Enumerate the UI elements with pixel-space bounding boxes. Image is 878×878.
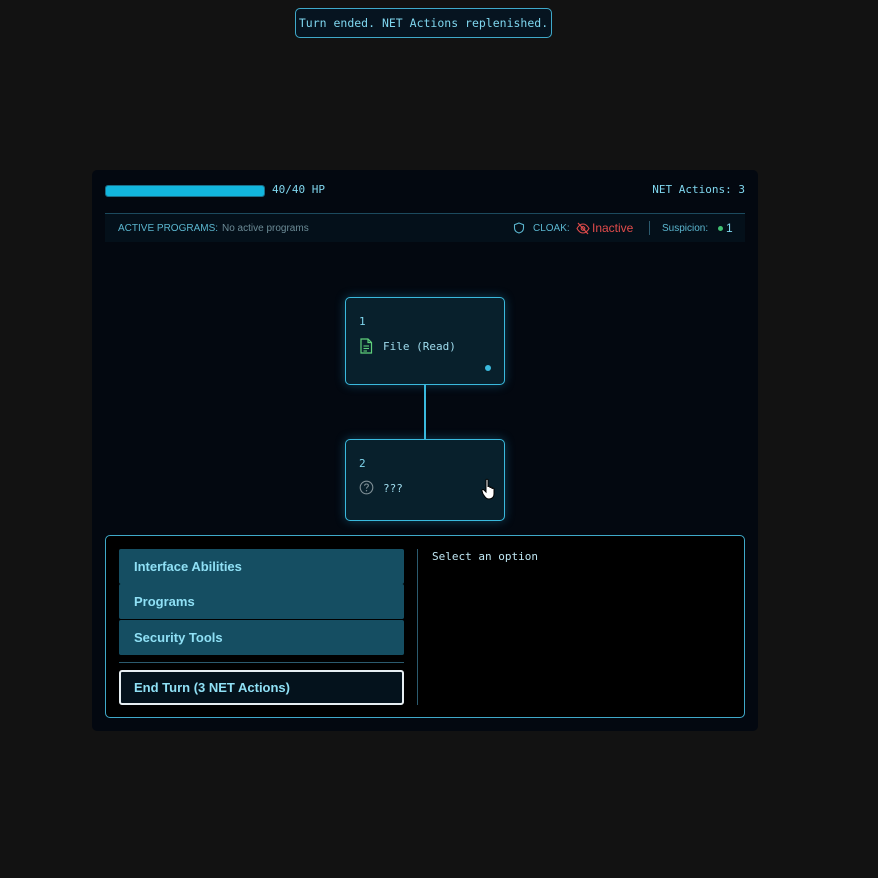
suspicion-indicator bbox=[718, 226, 723, 231]
programs-button[interactable]: Programs bbox=[119, 584, 404, 619]
active-programs-value: No active programs bbox=[222, 223, 309, 234]
node-status-dot bbox=[485, 365, 491, 371]
node-label: ??? bbox=[383, 482, 403, 495]
hp-bar bbox=[105, 185, 265, 197]
interface-abilities-button[interactable]: Interface Abilities bbox=[119, 549, 404, 584]
file-icon bbox=[359, 338, 373, 358]
node-connector bbox=[424, 385, 426, 439]
detail-placeholder: Select an option bbox=[432, 550, 538, 563]
cloak-label: CLOAK: bbox=[533, 223, 570, 234]
menu-divider bbox=[119, 662, 404, 663]
end-turn-button[interactable]: End Turn (3 NET Actions) bbox=[119, 670, 404, 705]
node-number: 1 bbox=[359, 315, 366, 328]
active-programs-label: ACTIVE PROGRAMS: bbox=[118, 223, 219, 234]
suspicion-value: 1 bbox=[726, 221, 733, 235]
eye-off-icon bbox=[576, 222, 590, 238]
status-row: ACTIVE PROGRAMS: No active programs CLOA… bbox=[105, 214, 745, 242]
net-actions-counter: NET Actions: 3 bbox=[652, 183, 745, 196]
security-tools-button[interactable]: Security Tools bbox=[119, 620, 404, 655]
hand-cursor-icon bbox=[481, 478, 497, 504]
hp-text: 40/40 HP bbox=[272, 183, 325, 196]
game-panel: 40/40 HP NET Actions: 3 ACTIVE PROGRAMS:… bbox=[92, 170, 758, 731]
hp-bar-fill bbox=[106, 186, 264, 196]
node-number: 2 bbox=[359, 457, 366, 470]
node-label: File (Read) bbox=[383, 340, 456, 353]
cloak-status: Inactive bbox=[592, 221, 634, 235]
network-node-1[interactable]: 1 File (Read) bbox=[345, 297, 505, 385]
status-divider bbox=[649, 221, 650, 235]
suspicion-label: Suspicion: bbox=[662, 223, 709, 234]
question-icon bbox=[359, 480, 374, 499]
action-panel: Interface Abilities Programs Security To… bbox=[105, 535, 745, 718]
panel-divider bbox=[417, 549, 418, 705]
turn-notification: Turn ended. NET Actions replenished. bbox=[295, 8, 552, 38]
shield-icon bbox=[513, 222, 525, 237]
